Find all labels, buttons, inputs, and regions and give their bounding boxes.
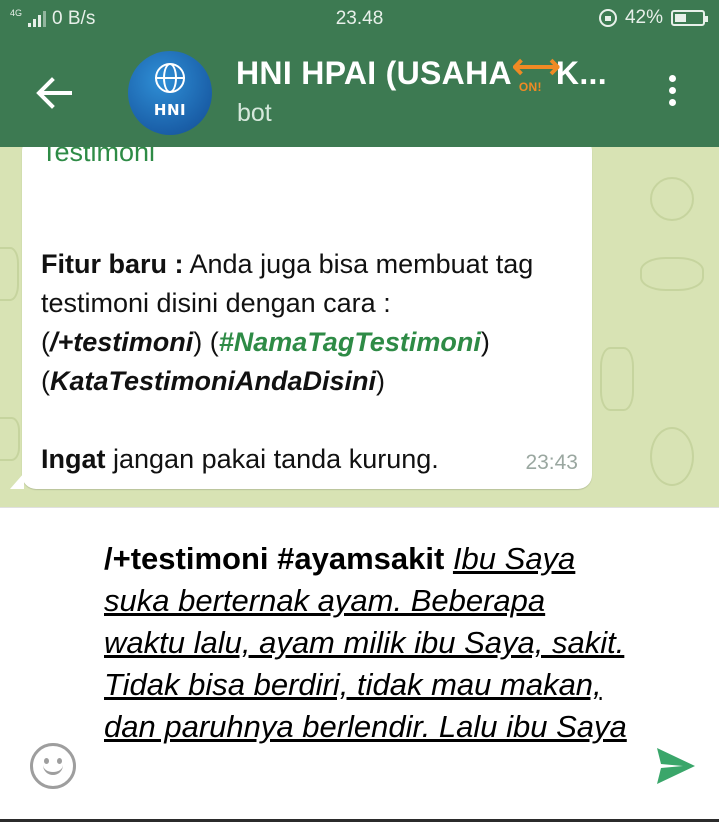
format-command: /+testimoni (50, 327, 194, 357)
status-right: 42% (598, 7, 708, 29)
status-bar: 4G 0 B/s 23.48 42% (0, 0, 719, 37)
bubble-tail (10, 473, 24, 489)
chat-header: HNI HNI HPAI (USAHA ⟷ ON! K... bot (0, 37, 719, 147)
message-time: 23:43 (525, 451, 578, 474)
background-doodle (650, 177, 694, 221)
chat-subtitle: bot (237, 99, 272, 127)
format-tag-link[interactable]: #NamaTagTestimoni (219, 327, 481, 357)
input-command: /+testimoni #ayamsakit (104, 541, 445, 576)
reminder-label: Ingat (41, 444, 106, 474)
rotation-lock-icon (598, 9, 617, 27)
on-badge: ON! (518, 80, 542, 94)
background-doodle (650, 427, 694, 486)
chat-title[interactable]: HNI HPAI (USAHA ⟷ ON! K... (236, 48, 607, 94)
background-doodle (0, 417, 20, 461)
background-doodle (600, 347, 634, 411)
back-arrow-icon[interactable] (32, 71, 76, 115)
chat-area[interactable]: Testimoni Fitur baru : Anda juga bisa me… (0, 147, 719, 507)
chat-title-start: HNI HPAI (USAHA (236, 55, 512, 91)
format-line: (/+testimoni) (#NamaTagTestimoni) (KataTe… (41, 327, 490, 396)
background-doodle (0, 247, 19, 301)
avatar-logo-text: HNI (153, 101, 187, 119)
globe-icon (155, 63, 185, 93)
send-icon[interactable] (655, 745, 697, 787)
message-bubble[interactable]: Testimoni Fitur baru : Anda juga bisa me… (10, 147, 592, 489)
battery-icon (671, 10, 708, 26)
message-composer: /+testimoni #ayamsakit Ibu Saya suka ber… (0, 507, 719, 822)
chat-title-end: K... (555, 55, 607, 91)
message-heading: Testimoni (41, 147, 156, 167)
emoji-icon[interactable] (30, 743, 76, 789)
feature-line: Fitur baru : Anda juga bisa membuat tag … (41, 245, 581, 323)
swap-arrows-icon: ⟷ ON! (511, 48, 561, 94)
more-options-icon[interactable] (660, 75, 684, 111)
feature-label: Fitur baru : (41, 249, 184, 279)
message-input[interactable]: /+testimoni #ayamsakit Ibu Saya suka ber… (104, 538, 634, 800)
reminder-text: jangan pakai tanda kurung. (105, 444, 439, 474)
battery-percent: 42% (624, 7, 663, 28)
format-text: KataTestimoniAndaDisini (50, 366, 377, 396)
reminder-line: Ingat jangan pakai tanda kurung. (41, 440, 581, 479)
avatar[interactable]: HNI (128, 51, 212, 135)
message-body: Fitur baru : Anda juga bisa membuat tag … (41, 245, 581, 479)
background-doodle (640, 257, 704, 291)
battery-fill (675, 14, 686, 22)
